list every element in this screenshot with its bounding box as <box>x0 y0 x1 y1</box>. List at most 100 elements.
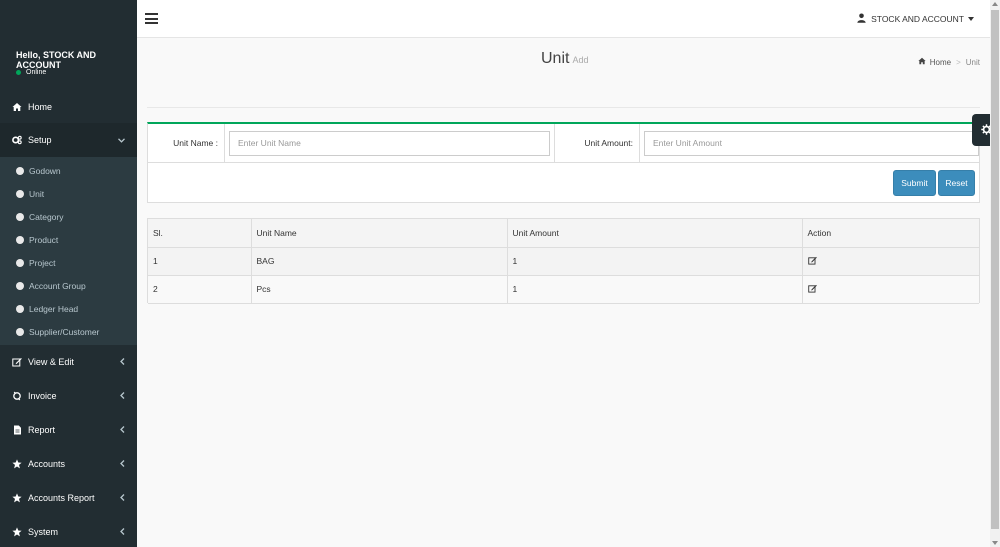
unit-table-box: Sl. Unit Name Unit Amount Action 1 BAG 1 <box>147 218 980 304</box>
file-icon <box>12 425 22 435</box>
sidebar: Hello, STOCK AND ACCOUNT Online Home Set… <box>0 0 137 547</box>
user-status: Online <box>16 69 46 76</box>
chevron-left-icon <box>120 527 125 537</box>
column-header-action: Action <box>802 219 979 248</box>
breadcrumb: Home > Unit <box>918 57 980 67</box>
column-header-unit-amount: Unit Amount <box>507 219 803 248</box>
chevron-left-icon <box>120 391 125 401</box>
unit-amount-cell: Enter Unit Amount <box>640 124 979 162</box>
unit-table: Sl. Unit Name Unit Amount Action 1 BAG 1 <box>148 219 979 304</box>
chevron-left-icon <box>120 425 125 435</box>
submit-button[interactable]: Submit <box>893 170 936 196</box>
chevron-left-icon <box>120 459 125 469</box>
sidebar-item-view-edit[interactable]: View & Edit <box>0 345 137 379</box>
submenu-item-godown[interactable]: Godown <box>0 159 137 182</box>
unit-name-label: Unit Name : <box>148 124 225 162</box>
cell-action <box>802 247 979 276</box>
circle-icon <box>16 189 24 198</box>
star-icon <box>12 493 22 503</box>
breadcrumb-home-link[interactable]: Home <box>930 58 951 67</box>
star-icon <box>12 459 22 469</box>
circle-icon <box>16 166 24 175</box>
cell-sl: 2 <box>148 275 252 304</box>
user-menu[interactable]: STOCK AND ACCOUNT <box>857 13 974 25</box>
column-header-sl: Sl. <box>148 219 252 248</box>
cell-unit-amount: 1 <box>507 247 803 276</box>
gears-icon <box>12 135 22 145</box>
breadcrumb-current: Unit <box>965 57 980 67</box>
sidebar-item-home[interactable]: Home <box>0 90 137 123</box>
sidebar-item-accounts-report[interactable]: Accounts Report <box>0 481 137 515</box>
edit-icon[interactable] <box>807 256 817 265</box>
sidebar-item-label: Invoice <box>28 391 57 401</box>
status-text: Online <box>26 69 47 76</box>
home-icon <box>918 57 926 67</box>
circle-icon <box>16 235 24 244</box>
home-icon <box>12 102 22 112</box>
sidebar-item-invoice[interactable]: Invoice <box>0 379 137 413</box>
circle-icon <box>16 281 24 290</box>
online-status-icon <box>16 70 21 75</box>
unit-name-cell: Enter Unit Name <box>225 124 555 162</box>
submenu-item-label: Supplier/Customer <box>29 326 100 337</box>
reset-button[interactable]: Reset <box>938 170 975 196</box>
submenu-item-project[interactable]: Project <box>0 251 137 274</box>
circle-icon <box>16 258 24 267</box>
user-icon <box>857 13 866 25</box>
page-subtitle: Add <box>572 55 589 65</box>
scrollbar-thumb[interactable] <box>991 10 999 529</box>
plug-icon <box>12 391 22 401</box>
unit-amount-label: Unit Amount: <box>555 124 640 162</box>
cell-unit-name: Pcs <box>251 275 508 304</box>
page-scrollbar[interactable] <box>990 0 1000 547</box>
user-menu-label: STOCK AND ACCOUNT <box>871 14 964 24</box>
submenu-item-supplier-customer[interactable]: Supplier/Customer <box>0 320 137 343</box>
submenu-item-label: Godown <box>29 165 61 176</box>
sidebar-item-report[interactable]: Report <box>0 413 137 447</box>
submenu-item-label: Project <box>29 257 56 268</box>
divider <box>147 107 980 108</box>
sidebar-item-label: System <box>28 527 59 537</box>
table-row: 2 Pcs 1 <box>148 275 979 304</box>
submenu-item-category[interactable]: Category <box>0 205 137 228</box>
sidebar-item-label: View & Edit <box>28 357 74 367</box>
user-greeting: Hello, STOCK AND ACCOUNT <box>16 50 97 70</box>
sidebar-item-label: Home <box>28 101 53 112</box>
submenu-item-label: Category <box>29 211 64 222</box>
submenu-item-label: Unit <box>29 188 45 199</box>
sidebar-item-setup[interactable]: Setup <box>0 123 137 157</box>
hamburger-menu-icon[interactable] <box>145 13 158 24</box>
submenu-item-label: Account Group <box>29 280 86 291</box>
cell-sl: 1 <box>148 247 252 276</box>
unit-amount-input[interactable]: Enter Unit Amount <box>644 130 979 156</box>
main-content: Unit Add Home > Unit Unit Name : Enter Un… <box>137 38 990 547</box>
unit-name-input[interactable]: Enter Unit Name <box>229 130 550 156</box>
scroll-down-icon[interactable] <box>992 541 998 545</box>
chevron-left-icon <box>120 357 125 367</box>
star-icon <box>12 527 22 537</box>
table-header-row: Sl. Unit Name Unit Amount Action <box>148 219 979 248</box>
sidebar-item-label: Accounts Report <box>28 493 95 503</box>
submenu-item-unit[interactable]: Unit <box>0 182 137 205</box>
sidebar-item-system[interactable]: System <box>0 515 137 547</box>
caret-down-icon <box>968 17 974 21</box>
sidebar-item-label: Setup <box>28 135 52 145</box>
submenu-item-product[interactable]: Product <box>0 228 137 251</box>
breadcrumb-separator: > <box>956 57 961 67</box>
circle-icon <box>16 212 24 221</box>
submenu-item-account-group[interactable]: Account Group <box>0 274 137 297</box>
circle-icon <box>16 327 24 336</box>
sidebar-item-accounts[interactable]: Accounts <box>0 447 137 481</box>
chevron-left-icon <box>120 493 125 503</box>
page-title-text: Unit <box>541 50 570 67</box>
top-header: STOCK AND ACCOUNT <box>137 0 990 38</box>
form-buttons-row: Submit Reset <box>148 164 979 202</box>
page-title: Unit Add <box>541 50 588 68</box>
scroll-up-icon[interactable] <box>992 2 998 6</box>
sidebar-item-label: Report <box>28 425 56 435</box>
edit-icon[interactable] <box>807 284 817 293</box>
cell-unit-amount: 1 <box>507 275 803 304</box>
circle-icon <box>16 304 24 313</box>
setup-submenu: Godown Unit Category Product Project Acc… <box>0 157 137 345</box>
submenu-item-ledger-head[interactable]: Ledger Head <box>0 297 137 320</box>
